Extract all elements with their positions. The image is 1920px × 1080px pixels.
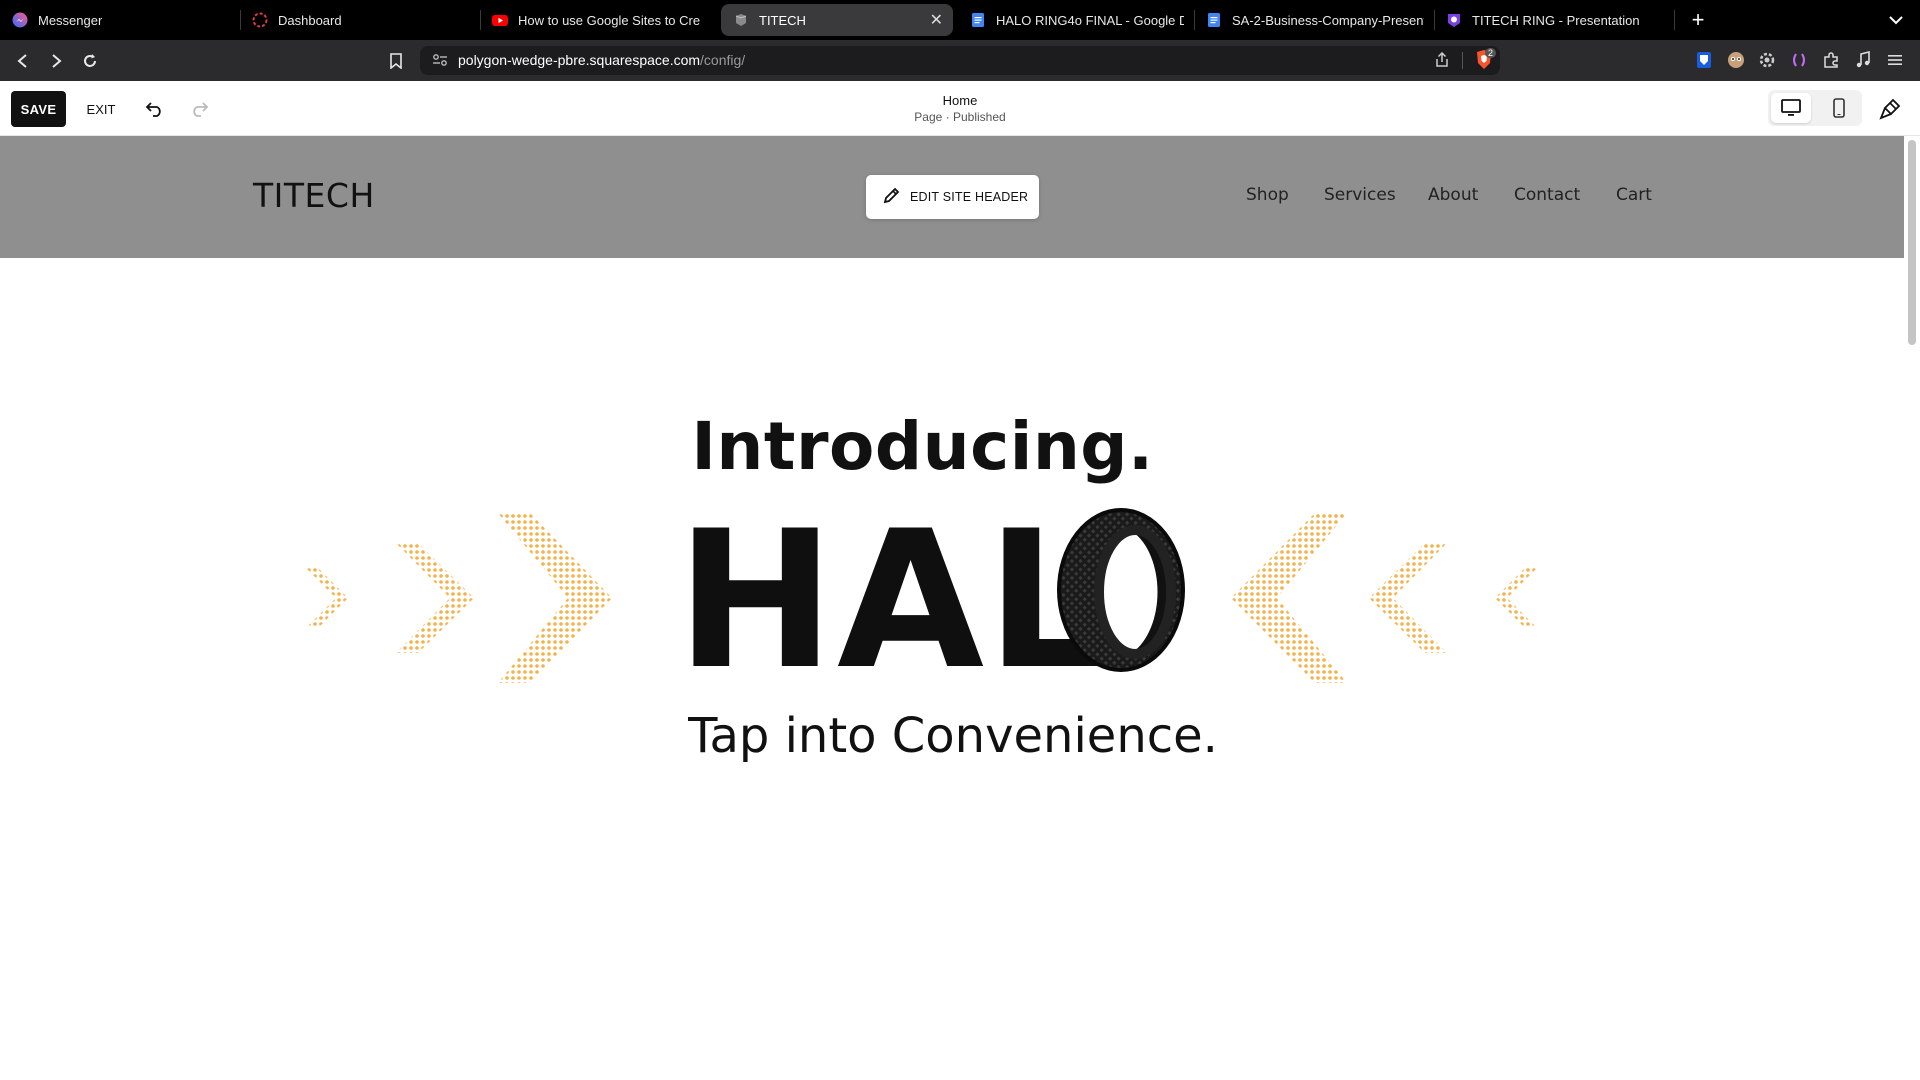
pencil-icon	[882, 187, 900, 208]
canva-icon	[1446, 12, 1462, 28]
share-icon[interactable]	[1435, 51, 1449, 73]
url-path: /config/	[700, 52, 746, 68]
face-extension-icon[interactable]	[1724, 48, 1748, 72]
nav-link-shop[interactable]: Shop	[1246, 185, 1289, 205]
google-docs-icon	[1206, 12, 1222, 28]
dashboard-icon	[252, 12, 268, 28]
exit-button[interactable]: EXIT	[80, 91, 122, 127]
tab-titech-ring[interactable]: TITECH RING - Presentation	[1434, 4, 1674, 36]
tab-label: SA-2-Business-Company-Present	[1232, 12, 1424, 28]
site-header[interactable]: TITECH EDIT SITE HEADER Shop Services Ab…	[0, 136, 1904, 258]
device-view-toggle	[1768, 90, 1862, 126]
nav-link-about[interactable]: About	[1428, 185, 1478, 205]
editor-toolbar: SAVE EXIT Home Page · Published	[0, 81, 1920, 136]
url-divider	[1462, 52, 1463, 69]
url-text: polygon-wedge-pbre.squarespace.com/confi…	[458, 52, 745, 68]
hero-section: Introducing. HAL Tap into Convenience.	[0, 258, 1904, 1080]
youtube-icon	[492, 12, 508, 28]
gear-extension-icon[interactable]	[1755, 48, 1779, 72]
back-arrow-icon[interactable]	[10, 48, 36, 74]
browser-toolbar: polygon-wedge-pbre.squarespace.com/confi…	[0, 40, 1920, 81]
url-host: polygon-wedge-pbre.squarespace.com	[458, 52, 701, 68]
music-icon[interactable]	[1851, 48, 1875, 72]
page-title: Home	[942, 93, 978, 108]
nav-link-cart[interactable]: Cart	[1616, 185, 1652, 205]
bookmark-icon[interactable]	[383, 48, 409, 74]
forward-arrow-icon[interactable]	[43, 48, 69, 74]
reload-icon[interactable]	[77, 48, 103, 74]
undo-icon[interactable]	[142, 96, 168, 122]
tab-list-chevron-icon[interactable]	[1884, 8, 1908, 32]
brackets-extension-icon[interactable]	[1787, 48, 1811, 72]
black-ring-image	[1057, 508, 1185, 672]
tab-label: TITECH RING - Presentation	[1472, 12, 1640, 28]
hero-intro-heading: Introducing.	[691, 408, 1154, 485]
dotted-chevrons-right-graphic	[306, 513, 612, 683]
desktop-view-icon[interactable]	[1771, 93, 1811, 123]
puzzle-extensions-icon[interactable]	[1819, 48, 1843, 72]
dotted-chevrons-left-graphic	[1231, 513, 1537, 683]
shield-count-badge: 2	[1485, 48, 1497, 58]
hamburger-menu-icon[interactable]	[1883, 48, 1907, 72]
tab-label: Dashboard	[278, 12, 342, 28]
close-tab-icon[interactable]: ✕	[930, 10, 943, 30]
squarespace-icon	[733, 12, 749, 28]
tab-label: HALO RING4o FINAL - Google Doc	[996, 12, 1184, 28]
brave-shield-icon[interactable]: 2	[1473, 48, 1497, 76]
tab-separator	[1674, 10, 1675, 30]
messenger-icon	[12, 12, 28, 28]
design-brush-icon[interactable]	[1876, 95, 1904, 123]
tab-messenger[interactable]: Messenger	[0, 4, 240, 36]
address-bar[interactable]: polygon-wedge-pbre.squarespace.com/confi…	[420, 46, 1500, 75]
page-info[interactable]: Home Page · Published	[860, 93, 1060, 124]
google-docs-icon	[970, 12, 986, 28]
new-tab-button[interactable]: +	[1684, 6, 1712, 34]
tab-titech[interactable]: TITECH ✕	[721, 4, 953, 36]
tab-halo-doc[interactable]: HALO RING4o FINAL - Google Doc	[958, 4, 1194, 36]
tab-label: Messenger	[38, 12, 103, 28]
redo-icon[interactable]	[186, 96, 212, 122]
mobile-view-icon[interactable]	[1819, 93, 1859, 123]
edit-site-header-label: EDIT SITE HEADER	[910, 190, 1029, 204]
site-logo[interactable]: TITECH	[253, 176, 375, 215]
bitwarden-extension-icon[interactable]	[1692, 48, 1716, 72]
tab-business-present[interactable]: SA-2-Business-Company-Present	[1194, 4, 1434, 36]
site-settings-icon[interactable]	[432, 53, 448, 72]
tab-label: How to use Google Sites to Create	[518, 12, 700, 28]
hero-tagline: Tap into Convenience.	[688, 708, 1218, 764]
nav-link-services[interactable]: Services	[1324, 185, 1396, 205]
tab-dashboard[interactable]: Dashboard	[240, 4, 480, 36]
edit-site-header-button[interactable]: EDIT SITE HEADER	[866, 175, 1039, 219]
page-status: Page · Published	[914, 110, 1006, 124]
tab-youtube[interactable]: How to use Google Sites to Create	[480, 4, 710, 36]
save-button[interactable]: SAVE	[11, 91, 66, 127]
scrollbar-thumb[interactable]	[1908, 140, 1916, 345]
hero-brand-wordmark: HAL	[676, 490, 1110, 711]
nav-link-contact[interactable]: Contact	[1514, 185, 1580, 205]
tab-label: TITECH	[759, 12, 806, 28]
browser-tab-strip: Messenger Dashboard How to use Google Si…	[0, 0, 1920, 40]
